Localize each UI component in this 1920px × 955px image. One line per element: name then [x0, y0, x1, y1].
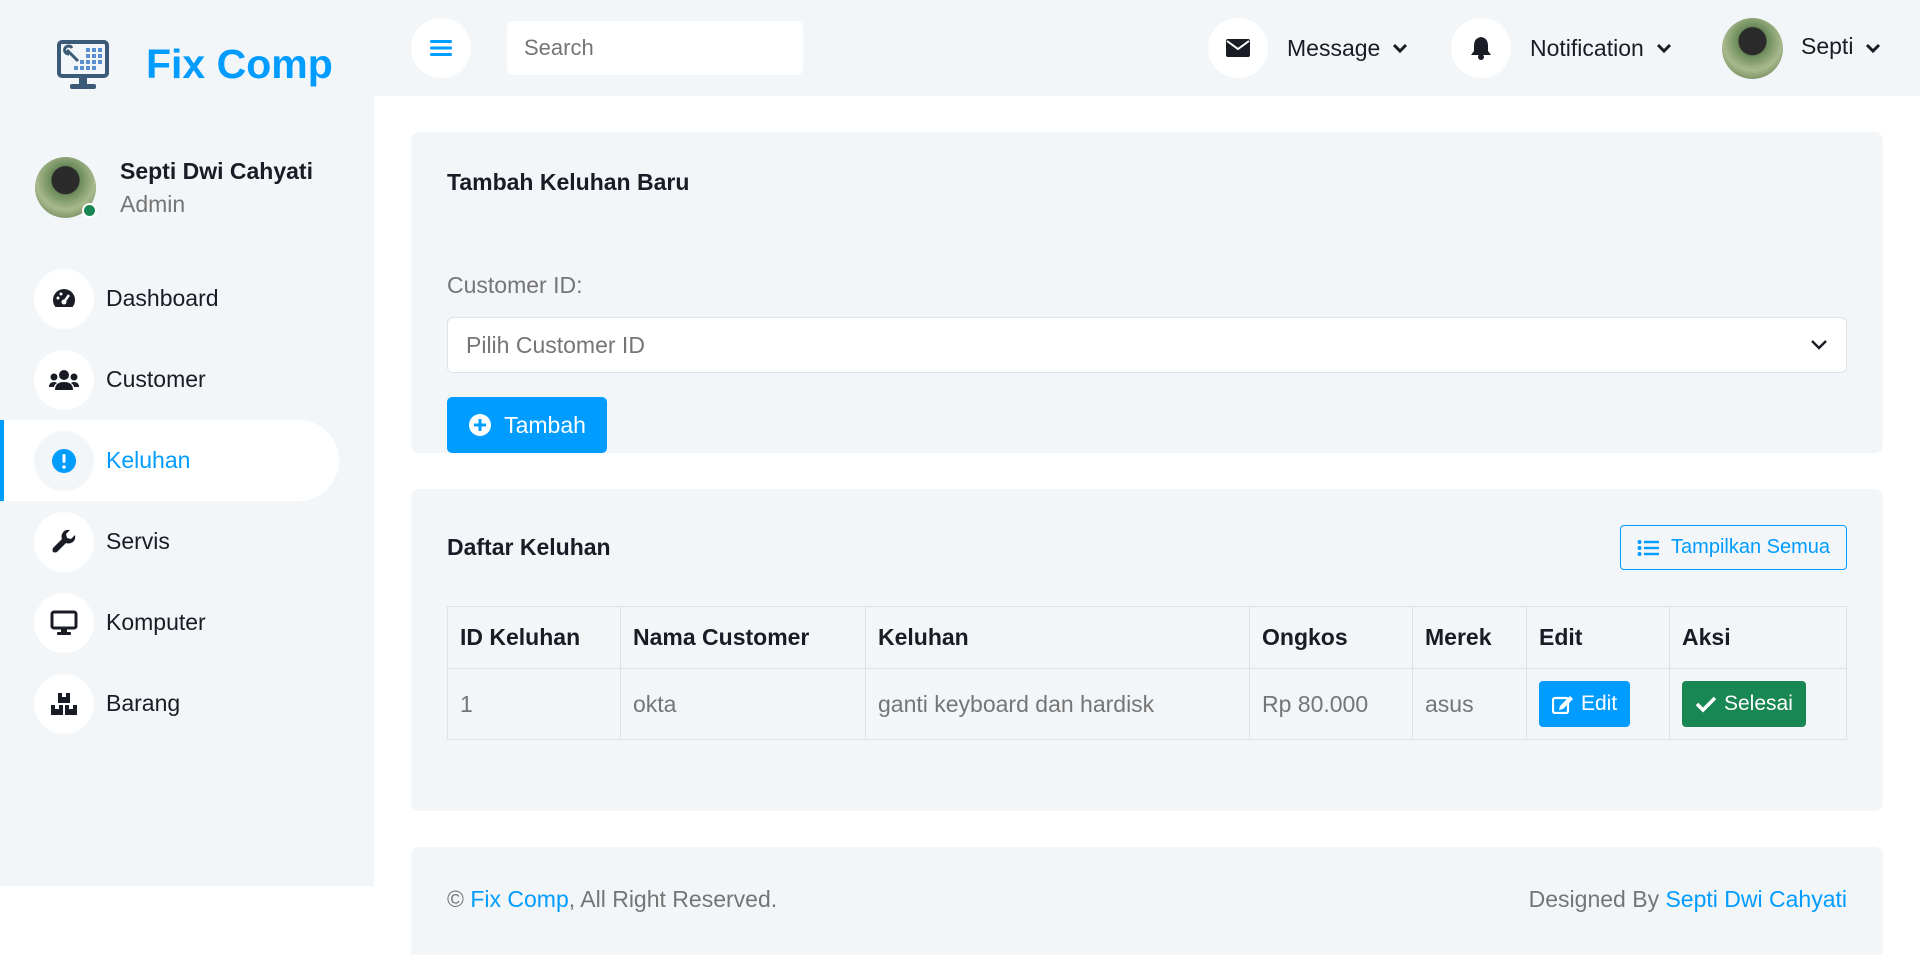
- wrench-icon: [34, 511, 94, 572]
- add-complaint-card: Tambah Keluhan Baru Customer ID: Pilih C…: [411, 132, 1883, 453]
- cell-keluhan: ganti keyboard dan hardisk: [865, 668, 1250, 740]
- card-title: Tambah Keluhan Baru: [447, 169, 690, 195]
- user-role: Admin: [120, 190, 186, 217]
- notification-dropdown[interactable]: Notification: [1451, 18, 1672, 78]
- customer-id-select-value: Pilih Customer ID: [466, 331, 645, 358]
- complaint-table: ID Keluhan Nama Customer Keluhan Ongkos …: [447, 606, 1847, 740]
- chevron-down-icon: [1811, 340, 1827, 350]
- sidebar-toggle-button[interactable]: [411, 18, 471, 78]
- sidebar: Fix Comp Septi Dwi Cahyati Admin Dashboa…: [0, 0, 374, 886]
- column-header: Merek: [1412, 606, 1527, 669]
- notification-label: Notification: [1530, 34, 1644, 61]
- chevron-down-icon: [1393, 43, 1408, 54]
- sidebar-item-customer[interactable]: Customer: [0, 339, 374, 420]
- cell-merek: asus: [1412, 668, 1527, 740]
- avatar: [35, 157, 97, 218]
- column-header: ID Keluhan: [447, 606, 621, 669]
- column-header: Aksi: [1669, 606, 1847, 669]
- sidebar-item-barang[interactable]: Barang: [0, 663, 374, 744]
- bell-icon: [1451, 18, 1511, 78]
- cell-action: Selesai: [1669, 668, 1847, 740]
- column-header: Edit: [1526, 606, 1670, 669]
- designed-by-text: Designed By: [1528, 886, 1660, 912]
- brand-link[interactable]: Fix Comp: [470, 886, 568, 912]
- designer-credit: Designed By Septi Dwi Cahyati: [1529, 886, 1847, 913]
- chevron-down-icon: [1866, 43, 1881, 54]
- complete-button-label: Selesai: [1724, 692, 1793, 715]
- user-card: Septi Dwi Cahyati Admin: [35, 157, 313, 218]
- brand[interactable]: Fix Comp: [56, 36, 333, 92]
- message-label: Message: [1287, 34, 1381, 61]
- copyright: © Fix Comp, All Right Reserved.: [447, 886, 777, 913]
- message-dropdown[interactable]: Message: [1208, 18, 1408, 78]
- sidebar-item-label: Dashboard: [106, 285, 219, 311]
- add-button[interactable]: Tambah: [447, 397, 607, 453]
- sidebar-item-komputer[interactable]: Komputer: [0, 582, 374, 663]
- cell-id: 1: [447, 668, 621, 740]
- column-header: Nama Customer: [620, 606, 866, 669]
- designer-link[interactable]: Septi Dwi Cahyati: [1665, 886, 1847, 912]
- boxes-icon: [34, 673, 94, 734]
- exclamation-circle-icon: [34, 430, 94, 491]
- sidebar-item-label: Customer: [106, 366, 206, 392]
- edit-icon: [1552, 696, 1573, 714]
- avatar: [1722, 17, 1783, 79]
- topbar: Message Notification Septi: [374, 0, 1920, 96]
- edit-button[interactable]: Edit: [1539, 681, 1631, 727]
- table-row: 1 okta ganti keyboard dan hardisk Rp 80.…: [447, 668, 1847, 740]
- sidebar-item-label: Komputer: [106, 609, 206, 635]
- cell-edit: Edit: [1526, 668, 1670, 740]
- customer-id-select[interactable]: Pilih Customer ID: [447, 317, 1847, 373]
- hamburger-icon: [430, 40, 452, 56]
- table-header-row: ID Keluhan Nama Customer Keluhan Ongkos …: [447, 606, 1847, 669]
- list-icon: [1637, 539, 1660, 556]
- show-all-button[interactable]: Tampilkan Semua: [1620, 525, 1847, 570]
- add-button-label: Tambah: [504, 411, 586, 438]
- edit-button-label: Edit: [1581, 692, 1618, 715]
- user-name: Septi Dwi Cahyati: [120, 157, 313, 184]
- sidebar-item-label: Servis: [106, 528, 170, 554]
- plus-circle-icon: [469, 414, 492, 436]
- online-status-indicator: [82, 203, 97, 218]
- tachometer-icon: [34, 268, 94, 329]
- chevron-down-icon: [1656, 43, 1671, 54]
- sidebar-item-label: Barang: [106, 690, 181, 716]
- sidebar-nav: Dashboard Customer Keluhan Servis Komput…: [0, 258, 374, 744]
- cell-ongkos: Rp 80.000: [1249, 668, 1413, 740]
- customer-id-label: Customer ID:: [447, 272, 583, 298]
- rights-text: , All Right Reserved.: [568, 886, 778, 912]
- cell-customer: okta: [620, 668, 866, 740]
- envelope-icon: [1208, 18, 1268, 78]
- sidebar-item-keluhan[interactable]: Keluhan: [0, 420, 339, 501]
- profile-name: Septi: [1801, 32, 1854, 59]
- desktop-icon: [34, 592, 94, 653]
- show-all-label: Tampilkan Semua: [1671, 536, 1830, 558]
- complaint-list-card: Daftar Keluhan Tampilkan Semua ID Keluha…: [411, 489, 1883, 811]
- sidebar-item-dashboard[interactable]: Dashboard: [0, 258, 374, 339]
- column-header: Ongkos: [1249, 606, 1413, 669]
- computer-repair-icon: [57, 40, 109, 89]
- search-input[interactable]: [507, 21, 803, 75]
- brand-name: Fix Comp: [146, 40, 333, 87]
- footer: © Fix Comp, All Right Reserved. Designed…: [411, 847, 1883, 955]
- profile-dropdown[interactable]: Septi: [1722, 17, 1881, 79]
- sidebar-item-servis[interactable]: Servis: [0, 501, 374, 582]
- users-icon: [34, 349, 94, 410]
- check-icon: [1695, 696, 1717, 713]
- sidebar-item-label: Keluhan: [106, 447, 191, 473]
- card-title: Daftar Keluhan: [447, 534, 611, 560]
- column-header: Keluhan: [865, 606, 1250, 669]
- main-content: Tambah Keluhan Baru Customer ID: Pilih C…: [374, 96, 1920, 955]
- copyright-symbol: ©: [447, 886, 464, 912]
- complete-button[interactable]: Selesai: [1682, 681, 1806, 727]
